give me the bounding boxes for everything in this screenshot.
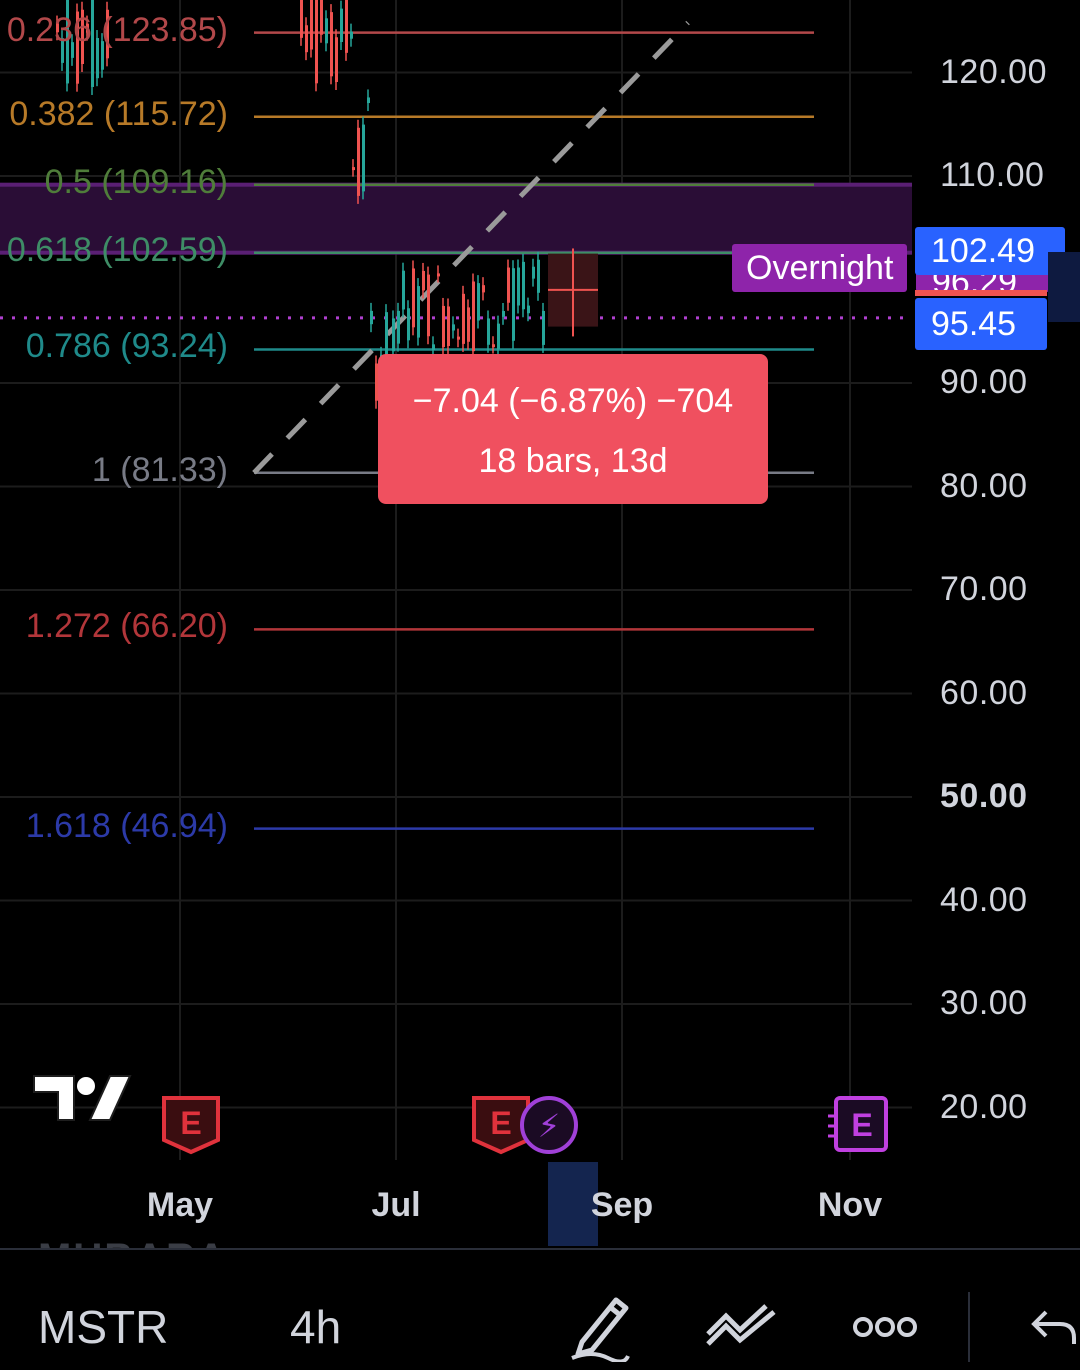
price-axis-label: 110.00 — [940, 156, 1045, 194]
candle — [330, 12, 333, 77]
measure-bars: 18 bars, 13d — [478, 442, 668, 480]
candle — [512, 268, 515, 341]
earnings-upcoming-icon[interactable]: E — [826, 1094, 890, 1161]
candle — [502, 311, 505, 317]
fib-label: 0.236 (123.85) — [6, 10, 228, 49]
candle — [492, 344, 495, 348]
candle — [462, 293, 465, 344]
candle — [432, 344, 435, 350]
candle — [412, 268, 415, 328]
candle — [350, 31, 353, 39]
fib-label: 1 (81.33) — [91, 450, 228, 489]
price-axis-label: 70.00 — [940, 570, 1028, 608]
price-axis-label: 40.00 — [940, 880, 1028, 919]
candle — [542, 310, 545, 345]
candle — [527, 305, 530, 314]
candle — [392, 318, 395, 352]
tradingview-logo-icon[interactable] — [32, 1072, 132, 1131]
last-price-badge: 102.49 — [915, 227, 1065, 275]
price-axis-label: 50.00 — [940, 777, 1028, 815]
drawings-icon[interactable] — [704, 1300, 778, 1355]
time-label-may: May — [146, 1186, 214, 1224]
current-price-badge-edge — [1048, 252, 1080, 322]
dividend-flash-icon[interactable]: ⚡ — [518, 1094, 580, 1161]
fib-label: 1.618 (46.94) — [25, 806, 228, 845]
candle — [422, 270, 425, 291]
fib-label: 0.618 (102.59) — [6, 230, 228, 269]
candle — [315, 0, 318, 84]
candle — [472, 281, 475, 352]
candle — [487, 318, 490, 345]
candle — [325, 18, 328, 44]
time-label-nov: Nov — [817, 1186, 883, 1224]
candle — [532, 266, 535, 279]
earnings-upcoming-glyph: E — [851, 1107, 872, 1143]
earnings-glyph: E — [180, 1105, 201, 1141]
measure-tooltip: −7.04 (−6.87%) −704 18 bars, 13d — [378, 354, 768, 504]
current-price-badge: 95.45 — [915, 298, 1047, 350]
candle — [517, 267, 520, 306]
price-axis-label: 20.00 — [940, 1087, 1028, 1126]
candle — [320, 0, 323, 35]
candle — [442, 305, 445, 348]
candle — [452, 324, 455, 331]
candle — [340, 8, 343, 42]
candle — [402, 270, 405, 310]
price-axis-label: 30.00 — [940, 984, 1028, 1022]
candle — [335, 37, 338, 82]
fib-label: 0.5 (109.16) — [44, 162, 228, 201]
candle — [482, 285, 485, 293]
candle — [305, 25, 308, 53]
candle — [497, 323, 500, 350]
candle — [345, 0, 348, 53]
undo-icon[interactable] — [1030, 1306, 1078, 1351]
fib-label: 0.382 (115.72) — [9, 94, 228, 133]
candle — [300, 0, 303, 38]
toolbar-divider — [968, 1292, 970, 1362]
candle — [507, 267, 510, 303]
price-axis-label: 90.00 — [940, 363, 1028, 401]
fib-label: 0.786 (93.24) — [25, 327, 228, 366]
candle — [407, 308, 410, 341]
earnings-glyph: E — [490, 1105, 511, 1141]
flash-glyph: ⚡ — [538, 1107, 560, 1145]
candle — [352, 167, 355, 171]
earnings-icon[interactable]: E — [160, 1094, 222, 1161]
candle — [437, 273, 440, 277]
time-label-jul: Jul — [371, 1186, 421, 1224]
measure-change: −7.04 (−6.87%) −704 — [412, 382, 734, 420]
candle — [397, 310, 400, 344]
overnight-badge: Overnight — [732, 244, 908, 292]
candle — [370, 310, 373, 325]
candle — [427, 274, 430, 337]
candle — [357, 127, 360, 196]
time-label-sep: Sep — [590, 1186, 654, 1224]
price-axis-label: 80.00 — [940, 466, 1028, 505]
candle — [310, 0, 313, 50]
fib-label: 1.272 (66.20) — [25, 607, 228, 646]
candle — [447, 306, 450, 346]
candle — [467, 307, 470, 342]
candle — [362, 124, 365, 192]
pencil-icon[interactable] — [568, 1290, 632, 1367]
price-axis-label: 60.00 — [940, 673, 1028, 712]
candle — [367, 97, 370, 104]
last-price-red-bar — [915, 290, 1047, 296]
candle — [457, 336, 460, 340]
interval-button[interactable]: 4h — [290, 1300, 341, 1354]
price-axis-label: 120.00 — [940, 52, 1047, 91]
candle — [477, 283, 480, 321]
candle — [522, 261, 525, 310]
chart-pane[interactable]: 0.236 (123.85) 0.382 (115.72) 0.5 (109.16)… — [0, 0, 1080, 1246]
candle — [417, 286, 420, 338]
candle — [537, 259, 540, 293]
symbol-button[interactable]: MSTR — [38, 1300, 168, 1354]
more-options-icon[interactable] — [852, 1314, 918, 1345]
